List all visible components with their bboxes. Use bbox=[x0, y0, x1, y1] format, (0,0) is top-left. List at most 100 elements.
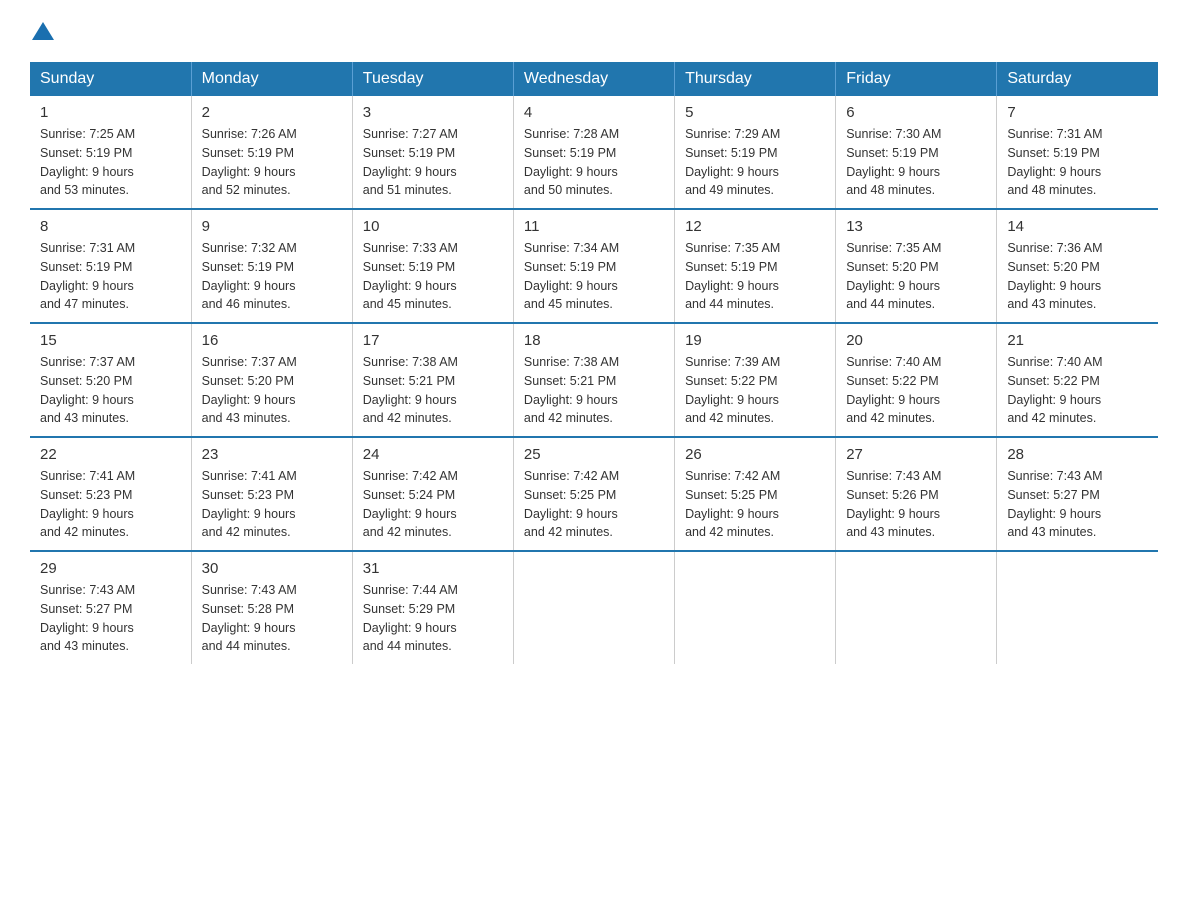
day-info: Sunrise: 7:29 AM Sunset: 5:19 PM Dayligh… bbox=[685, 125, 825, 200]
day-number: 23 bbox=[202, 446, 342, 463]
day-number: 30 bbox=[202, 560, 342, 577]
day-info: Sunrise: 7:42 AM Sunset: 5:24 PM Dayligh… bbox=[363, 467, 503, 542]
calendar-cell: 26 Sunrise: 7:42 AM Sunset: 5:25 PM Dayl… bbox=[675, 437, 836, 551]
week-row-5: 29 Sunrise: 7:43 AM Sunset: 5:27 PM Dayl… bbox=[30, 551, 1158, 664]
header-saturday: Saturday bbox=[997, 62, 1158, 96]
day-number: 18 bbox=[524, 332, 664, 349]
calendar-cell: 16 Sunrise: 7:37 AM Sunset: 5:20 PM Dayl… bbox=[191, 323, 352, 437]
day-number: 12 bbox=[685, 218, 825, 235]
week-row-2: 8 Sunrise: 7:31 AM Sunset: 5:19 PM Dayli… bbox=[30, 209, 1158, 323]
day-number: 4 bbox=[524, 104, 664, 121]
day-info: Sunrise: 7:27 AM Sunset: 5:19 PM Dayligh… bbox=[363, 125, 503, 200]
header-wednesday: Wednesday bbox=[513, 62, 674, 96]
header-monday: Monday bbox=[191, 62, 352, 96]
day-info: Sunrise: 7:38 AM Sunset: 5:21 PM Dayligh… bbox=[363, 353, 503, 428]
day-number: 11 bbox=[524, 218, 664, 235]
day-info: Sunrise: 7:42 AM Sunset: 5:25 PM Dayligh… bbox=[685, 467, 825, 542]
day-info: Sunrise: 7:42 AM Sunset: 5:25 PM Dayligh… bbox=[524, 467, 664, 542]
day-info: Sunrise: 7:43 AM Sunset: 5:28 PM Dayligh… bbox=[202, 581, 342, 656]
day-number: 9 bbox=[202, 218, 342, 235]
calendar-cell bbox=[836, 551, 997, 664]
calendar-cell: 4 Sunrise: 7:28 AM Sunset: 5:19 PM Dayli… bbox=[513, 96, 674, 209]
day-number: 15 bbox=[40, 332, 181, 349]
day-number: 17 bbox=[363, 332, 503, 349]
calendar-cell: 5 Sunrise: 7:29 AM Sunset: 5:19 PM Dayli… bbox=[675, 96, 836, 209]
calendar-cell: 31 Sunrise: 7:44 AM Sunset: 5:29 PM Dayl… bbox=[352, 551, 513, 664]
calendar-cell: 18 Sunrise: 7:38 AM Sunset: 5:21 PM Dayl… bbox=[513, 323, 674, 437]
calendar-cell bbox=[513, 551, 674, 664]
day-number: 25 bbox=[524, 446, 664, 463]
day-info: Sunrise: 7:31 AM Sunset: 5:19 PM Dayligh… bbox=[1007, 125, 1148, 200]
calendar-cell: 12 Sunrise: 7:35 AM Sunset: 5:19 PM Dayl… bbox=[675, 209, 836, 323]
day-info: Sunrise: 7:41 AM Sunset: 5:23 PM Dayligh… bbox=[202, 467, 342, 542]
day-number: 29 bbox=[40, 560, 181, 577]
week-row-4: 22 Sunrise: 7:41 AM Sunset: 5:23 PM Dayl… bbox=[30, 437, 1158, 551]
calendar-cell: 25 Sunrise: 7:42 AM Sunset: 5:25 PM Dayl… bbox=[513, 437, 674, 551]
logo bbox=[30, 20, 54, 42]
logo-triangle-icon bbox=[32, 20, 54, 42]
week-row-3: 15 Sunrise: 7:37 AM Sunset: 5:20 PM Dayl… bbox=[30, 323, 1158, 437]
day-number: 6 bbox=[846, 104, 986, 121]
header-sunday: Sunday bbox=[30, 62, 191, 96]
week-row-1: 1 Sunrise: 7:25 AM Sunset: 5:19 PM Dayli… bbox=[30, 96, 1158, 209]
day-info: Sunrise: 7:43 AM Sunset: 5:26 PM Dayligh… bbox=[846, 467, 986, 542]
calendar-cell: 21 Sunrise: 7:40 AM Sunset: 5:22 PM Dayl… bbox=[997, 323, 1158, 437]
day-info: Sunrise: 7:40 AM Sunset: 5:22 PM Dayligh… bbox=[1007, 353, 1148, 428]
calendar-cell: 3 Sunrise: 7:27 AM Sunset: 5:19 PM Dayli… bbox=[352, 96, 513, 209]
day-number: 20 bbox=[846, 332, 986, 349]
calendar-cell: 8 Sunrise: 7:31 AM Sunset: 5:19 PM Dayli… bbox=[30, 209, 191, 323]
day-info: Sunrise: 7:43 AM Sunset: 5:27 PM Dayligh… bbox=[1007, 467, 1148, 542]
day-number: 28 bbox=[1007, 446, 1148, 463]
calendar-cell: 2 Sunrise: 7:26 AM Sunset: 5:19 PM Dayli… bbox=[191, 96, 352, 209]
calendar-cell: 19 Sunrise: 7:39 AM Sunset: 5:22 PM Dayl… bbox=[675, 323, 836, 437]
calendar-cell bbox=[997, 551, 1158, 664]
day-info: Sunrise: 7:35 AM Sunset: 5:19 PM Dayligh… bbox=[685, 239, 825, 314]
header-tuesday: Tuesday bbox=[352, 62, 513, 96]
header-friday: Friday bbox=[836, 62, 997, 96]
calendar-cell: 22 Sunrise: 7:41 AM Sunset: 5:23 PM Dayl… bbox=[30, 437, 191, 551]
day-number: 31 bbox=[363, 560, 503, 577]
calendar-cell: 7 Sunrise: 7:31 AM Sunset: 5:19 PM Dayli… bbox=[997, 96, 1158, 209]
calendar-cell: 27 Sunrise: 7:43 AM Sunset: 5:26 PM Dayl… bbox=[836, 437, 997, 551]
day-info: Sunrise: 7:33 AM Sunset: 5:19 PM Dayligh… bbox=[363, 239, 503, 314]
day-number: 1 bbox=[40, 104, 181, 121]
day-info: Sunrise: 7:37 AM Sunset: 5:20 PM Dayligh… bbox=[40, 353, 181, 428]
calendar-cell: 13 Sunrise: 7:35 AM Sunset: 5:20 PM Dayl… bbox=[836, 209, 997, 323]
calendar-table: SundayMondayTuesdayWednesdayThursdayFrid… bbox=[30, 62, 1158, 664]
calendar-cell: 1 Sunrise: 7:25 AM Sunset: 5:19 PM Dayli… bbox=[30, 96, 191, 209]
day-info: Sunrise: 7:28 AM Sunset: 5:19 PM Dayligh… bbox=[524, 125, 664, 200]
day-number: 14 bbox=[1007, 218, 1148, 235]
day-number: 22 bbox=[40, 446, 181, 463]
weekday-header-row: SundayMondayTuesdayWednesdayThursdayFrid… bbox=[30, 62, 1158, 96]
page-header bbox=[30, 20, 1158, 42]
day-info: Sunrise: 7:31 AM Sunset: 5:19 PM Dayligh… bbox=[40, 239, 181, 314]
day-info: Sunrise: 7:35 AM Sunset: 5:20 PM Dayligh… bbox=[846, 239, 986, 314]
calendar-cell bbox=[675, 551, 836, 664]
calendar-cell: 24 Sunrise: 7:42 AM Sunset: 5:24 PM Dayl… bbox=[352, 437, 513, 551]
day-info: Sunrise: 7:44 AM Sunset: 5:29 PM Dayligh… bbox=[363, 581, 503, 656]
day-number: 3 bbox=[363, 104, 503, 121]
calendar-cell: 30 Sunrise: 7:43 AM Sunset: 5:28 PM Dayl… bbox=[191, 551, 352, 664]
day-info: Sunrise: 7:32 AM Sunset: 5:19 PM Dayligh… bbox=[202, 239, 342, 314]
day-number: 27 bbox=[846, 446, 986, 463]
calendar-cell: 10 Sunrise: 7:33 AM Sunset: 5:19 PM Dayl… bbox=[352, 209, 513, 323]
day-number: 7 bbox=[1007, 104, 1148, 121]
calendar-cell: 11 Sunrise: 7:34 AM Sunset: 5:19 PM Dayl… bbox=[513, 209, 674, 323]
day-number: 16 bbox=[202, 332, 342, 349]
day-number: 10 bbox=[363, 218, 503, 235]
day-number: 26 bbox=[685, 446, 825, 463]
day-info: Sunrise: 7:34 AM Sunset: 5:19 PM Dayligh… bbox=[524, 239, 664, 314]
day-number: 2 bbox=[202, 104, 342, 121]
day-info: Sunrise: 7:38 AM Sunset: 5:21 PM Dayligh… bbox=[524, 353, 664, 428]
calendar-cell: 9 Sunrise: 7:32 AM Sunset: 5:19 PM Dayli… bbox=[191, 209, 352, 323]
day-info: Sunrise: 7:43 AM Sunset: 5:27 PM Dayligh… bbox=[40, 581, 181, 656]
day-info: Sunrise: 7:39 AM Sunset: 5:22 PM Dayligh… bbox=[685, 353, 825, 428]
calendar-cell: 20 Sunrise: 7:40 AM Sunset: 5:22 PM Dayl… bbox=[836, 323, 997, 437]
calendar-cell: 15 Sunrise: 7:37 AM Sunset: 5:20 PM Dayl… bbox=[30, 323, 191, 437]
calendar-cell: 23 Sunrise: 7:41 AM Sunset: 5:23 PM Dayl… bbox=[191, 437, 352, 551]
day-number: 24 bbox=[363, 446, 503, 463]
day-info: Sunrise: 7:37 AM Sunset: 5:20 PM Dayligh… bbox=[202, 353, 342, 428]
day-number: 21 bbox=[1007, 332, 1148, 349]
calendar-cell: 29 Sunrise: 7:43 AM Sunset: 5:27 PM Dayl… bbox=[30, 551, 191, 664]
day-info: Sunrise: 7:26 AM Sunset: 5:19 PM Dayligh… bbox=[202, 125, 342, 200]
